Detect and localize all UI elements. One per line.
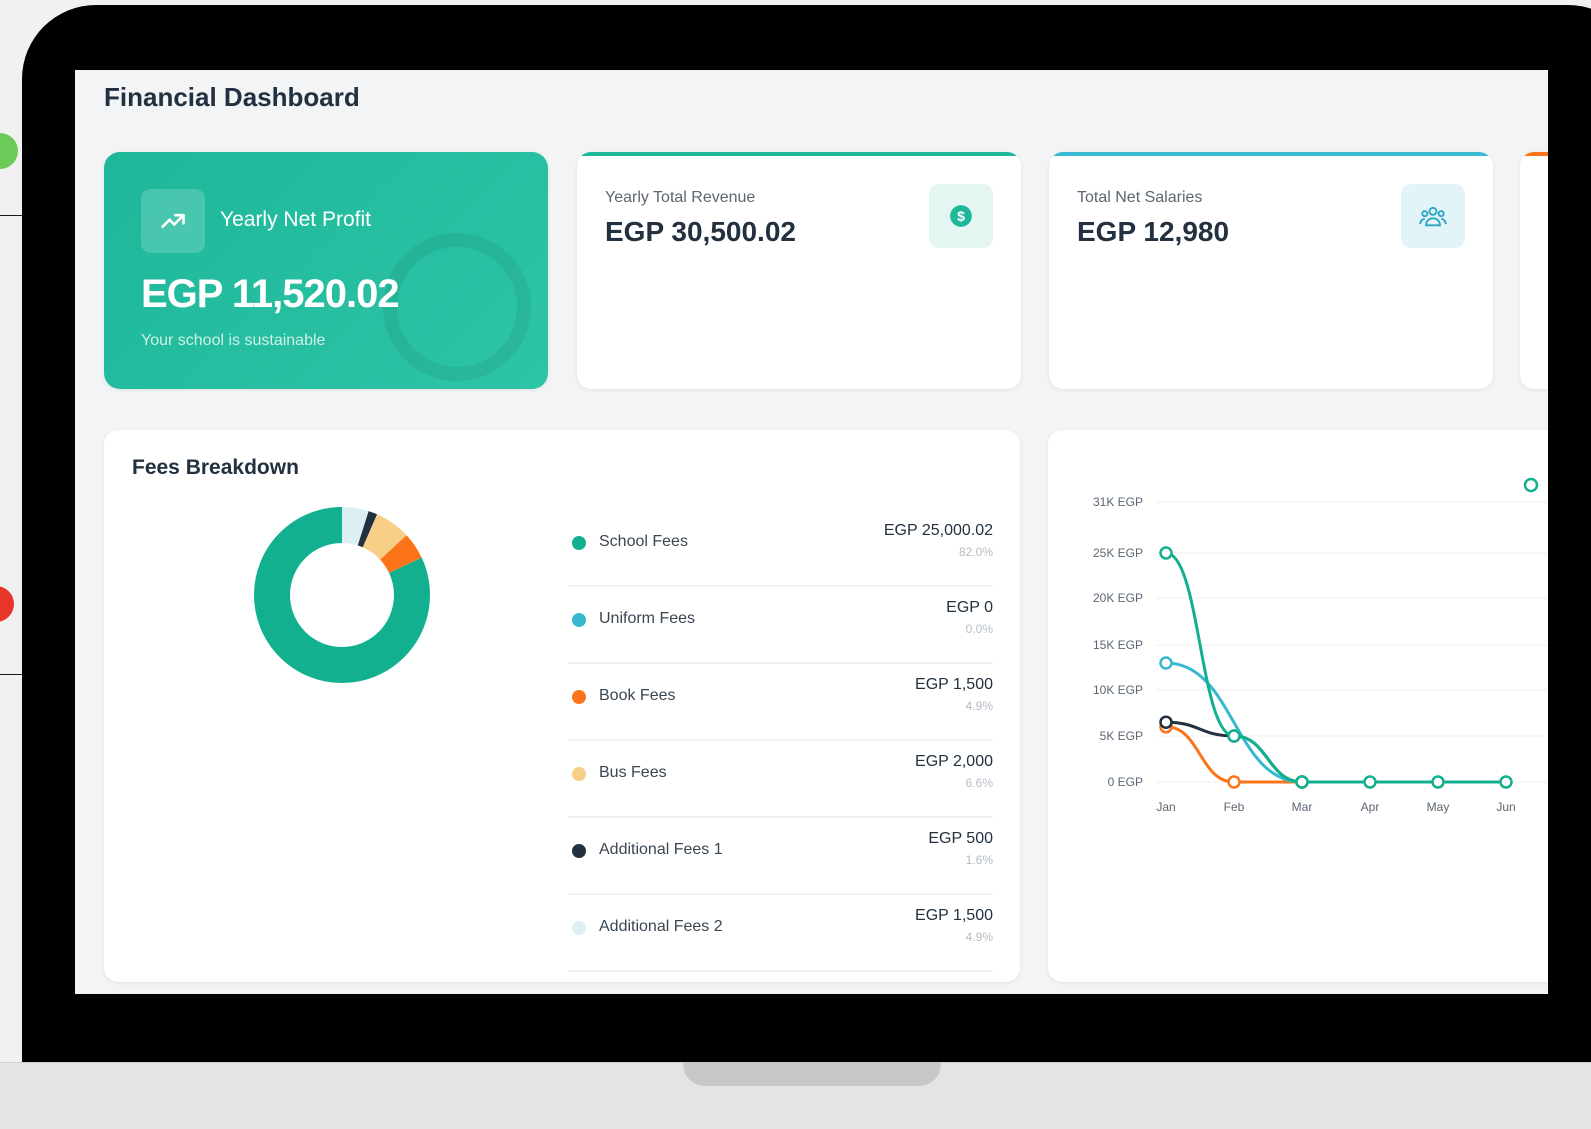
monthly-line-chart: 0 EGP 5K EGP 10K EGP 15K EGP 20K EGP 25K EGP 3…	[1093, 477, 1548, 814]
fee-amount: EGP 2,000	[915, 753, 993, 770]
fee-percent: 4.9%	[965, 699, 993, 713]
y-tick-label: 20K EGP	[1093, 591, 1143, 605]
x-tick-label: Feb	[1224, 800, 1245, 814]
data-point[interactable]	[1363, 775, 1377, 789]
fees-breakdown-card: Fees Breakdown School Fees EGP 25,000.02 8…	[104, 430, 1020, 982]
net-profit-label: Yearly Net Profit	[220, 208, 371, 231]
data-point[interactable]	[1159, 546, 1173, 560]
x-tick-label: Apr	[1361, 800, 1380, 814]
fee-row[interactable]: Additional Fees 1 EGP 500 1.6%	[568, 818, 993, 895]
net-profit-card[interactable]: Yearly Net Profit EGP 11,520.02 Your sch…	[104, 152, 548, 389]
fee-label: Book Fees	[599, 687, 676, 704]
fee-amount: EGP 1,500	[915, 907, 993, 924]
fee-label: School Fees	[599, 533, 688, 550]
fee-row[interactable]: Bus Fees EGP 2,000 6.6%	[568, 741, 993, 818]
dollar-circle-icon: $	[929, 184, 993, 248]
legend-dot-icon	[572, 690, 586, 704]
card-accent-bar	[577, 152, 1021, 156]
data-point[interactable]	[1159, 656, 1173, 670]
legend-dot-icon	[572, 536, 586, 550]
net-profit-value: EGP 11,520.02	[141, 272, 400, 316]
fee-percent: 0.0%	[965, 622, 993, 636]
fee-amount: EGP 25,000.02	[883, 522, 993, 539]
data-point[interactable]	[1159, 715, 1173, 729]
monthly-line-chart-card: 0 EGP 5K EGP 10K EGP 15K EGP 20K EGP 25K EGP 3…	[1048, 430, 1548, 982]
fee-label: Bus Fees	[599, 764, 667, 781]
x-tick-label: Mar	[1292, 800, 1313, 814]
data-point[interactable]	[1227, 775, 1241, 789]
fee-percent: 1.6%	[965, 853, 993, 867]
legend-dot-icon	[572, 767, 586, 781]
users-icon	[1401, 184, 1465, 248]
card-accent-bar	[1520, 152, 1548, 156]
partial-card[interactable]	[1520, 152, 1548, 389]
page-title: Financial Dashboard	[104, 82, 360, 112]
laptop-notch	[683, 1062, 941, 1086]
y-tick-label: 10K EGP	[1093, 683, 1143, 697]
data-point[interactable]	[1295, 775, 1309, 789]
x-tick-label: Jun	[1496, 800, 1515, 814]
y-tick-label: 15K EGP	[1093, 638, 1143, 652]
status-dot-red	[0, 586, 14, 622]
revenue-value: EGP 30,500.02	[605, 216, 796, 247]
fee-row[interactable]: School Fees EGP 25,000.02 82.0%	[568, 510, 993, 587]
fee-amount: EGP 500	[928, 830, 993, 847]
salaries-label: Total Net Salaries	[1077, 189, 1203, 206]
net-profit-subtitle: Your school is sustainable	[141, 332, 326, 349]
fee-label: Additional Fees 2	[599, 918, 723, 935]
legend-dot-icon	[572, 844, 586, 858]
card-accent-bar	[1049, 152, 1493, 156]
fee-percent: 4.9%	[965, 930, 993, 944]
y-tick-label: 31K EGP	[1093, 495, 1143, 509]
series-line	[1165, 661, 1303, 784]
fees-title: Fees Breakdown	[132, 456, 299, 479]
legend-marker-icon[interactable]	[1523, 477, 1539, 493]
fee-label: Additional Fees 1	[599, 841, 723, 858]
fee-percent: 6.6%	[965, 776, 993, 790]
fees-list: School Fees EGP 25,000.02 82.0% Uniform Fee…	[568, 510, 993, 972]
x-tick-label: Jan	[1156, 800, 1175, 814]
revenue-card[interactable]: Yearly Total Revenue EGP 30,500.02 $	[577, 152, 1021, 389]
fee-row[interactable]: Book Fees EGP 1,500 4.9%	[568, 664, 993, 741]
data-point[interactable]	[1431, 775, 1445, 789]
fee-row[interactable]: Additional Fees 2 EGP 1,500 4.9%	[568, 895, 993, 972]
fee-row[interactable]: Uniform Fees EGP 0 0.0%	[568, 587, 993, 664]
data-point[interactable]	[1499, 775, 1513, 789]
data-point[interactable]	[1227, 729, 1241, 743]
decorative-ring	[383, 233, 531, 381]
legend-dot-icon	[572, 921, 586, 935]
svg-text:$: $	[957, 208, 965, 224]
salaries-card[interactable]: Total Net Salaries EGP 12,980	[1049, 152, 1493, 389]
y-tick-label: 0 EGP	[1108, 775, 1143, 789]
fee-amount: EGP 1,500	[915, 676, 993, 693]
fee-amount: EGP 0	[946, 599, 993, 616]
fee-percent: 82.0%	[958, 545, 993, 559]
dashboard-screen: Financial Dashboard Yearly Net Profit EG…	[75, 70, 1548, 994]
status-dot-green	[0, 133, 18, 169]
trending-up-icon	[141, 189, 205, 253]
salaries-value: EGP 12,980	[1077, 216, 1230, 247]
revenue-label: Yearly Total Revenue	[605, 189, 756, 206]
y-tick-label: 25K EGP	[1093, 546, 1143, 560]
legend-dot-icon	[572, 613, 586, 627]
y-tick-label: 5K EGP	[1100, 729, 1143, 743]
series-line	[1165, 551, 1506, 784]
fees-donut-chart	[254, 507, 430, 683]
fee-label: Uniform Fees	[599, 610, 696, 627]
x-tick-label: May	[1427, 800, 1450, 814]
